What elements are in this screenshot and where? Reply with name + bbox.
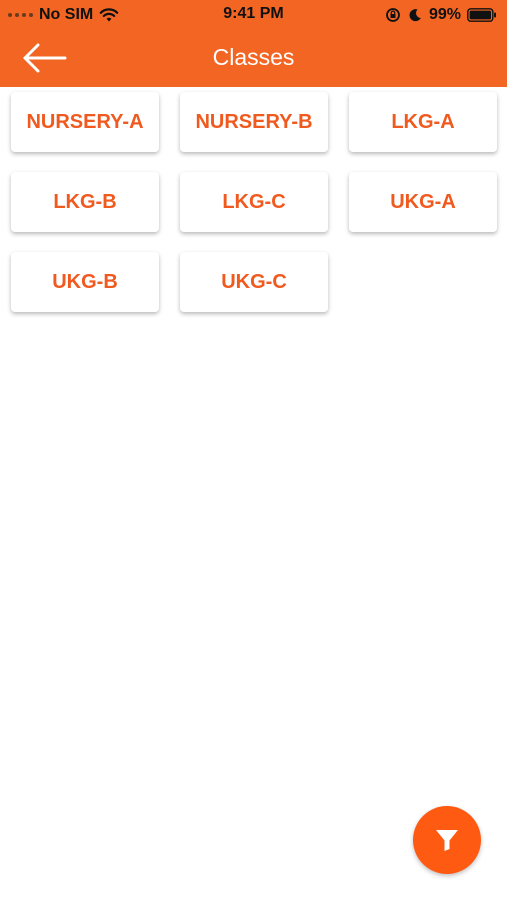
status-bar: No SIM 9:41 PM 99%: [0, 0, 507, 30]
class-grid: NURSERY-A NURSERY-B LKG-A LKG-B LKG-C UK…: [11, 92, 501, 312]
battery-icon: [467, 8, 496, 22]
battery-percent: 99%: [428, 6, 461, 23]
status-right: 99%: [385, 5, 497, 25]
class-card-ukg-c[interactable]: UKG-C: [180, 252, 328, 312]
class-card-nursery-a[interactable]: NURSERY-A: [11, 92, 159, 152]
class-card-ukg-a[interactable]: UKG-A: [349, 172, 497, 232]
filter-button[interactable]: [413, 806, 481, 874]
rotation-lock-icon: [386, 8, 400, 22]
filter-icon: [436, 830, 458, 851]
class-card-lkg-c[interactable]: LKG-C: [180, 172, 328, 232]
class-card-nursery-b[interactable]: NURSERY-B: [180, 92, 328, 152]
class-card-lkg-a[interactable]: LKG-A: [349, 92, 497, 152]
app-header: No SIM 9:41 PM 99% Classes: [0, 0, 507, 87]
moon-icon: [409, 9, 421, 22]
class-card-ukg-b[interactable]: UKG-B: [11, 252, 159, 312]
page-title: Classes: [212, 44, 295, 70]
class-card-lkg-b[interactable]: LKG-B: [11, 172, 159, 232]
